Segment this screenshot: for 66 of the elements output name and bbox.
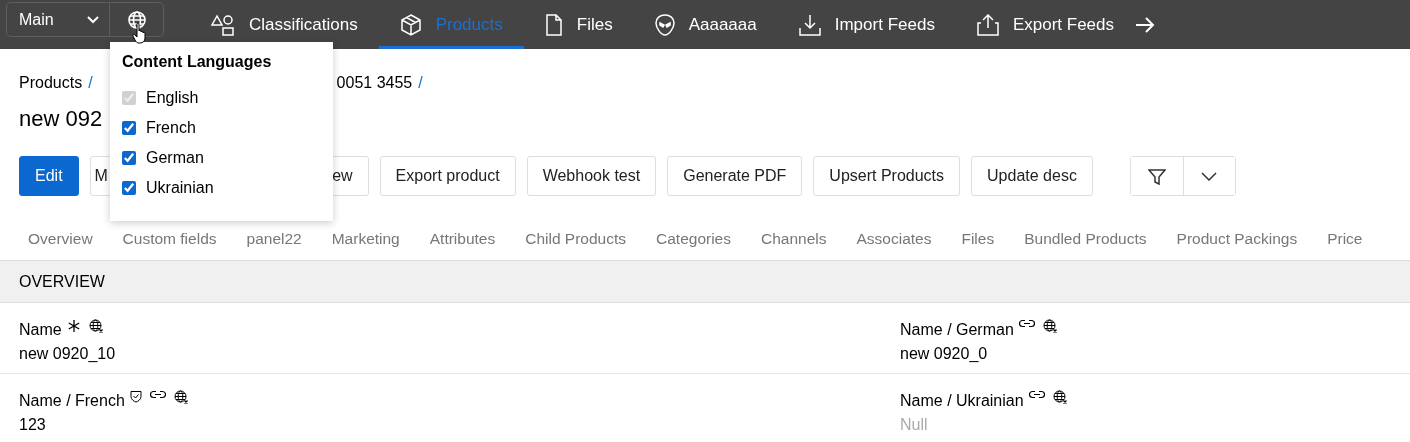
breadcrumb-link[interactable]: Products (19, 71, 83, 98)
language-label: Ukrainian (146, 178, 214, 198)
panel-tab[interactable]: Associates (856, 227, 932, 251)
breadcrumb-separator: / (88, 73, 93, 93)
panel-tab[interactable]: Categories (656, 227, 731, 251)
panel-tab[interactable]: Channels (761, 227, 827, 251)
breadcrumb-link[interactable]: 0051 3455 (336, 71, 413, 98)
globe-x-icon (1042, 319, 1058, 333)
panel-tab[interactable]: Attributes (429, 227, 496, 251)
nav-item[interactable]: Import Feeds (777, 0, 956, 49)
globe-x-icon (1052, 390, 1068, 404)
action-button[interactable]: Upsert Products (813, 156, 961, 196)
globe-icon (126, 9, 147, 30)
link-icon (1028, 390, 1045, 399)
chevron-down-icon (87, 15, 99, 24)
panel-tab[interactable]: Marketing (331, 227, 400, 251)
nav-item[interactable]: Files (523, 0, 634, 49)
breadcrumb-separator: / (418, 73, 423, 93)
download-icon (798, 13, 821, 36)
upload-icon (976, 13, 999, 36)
globe-x-icon (173, 390, 189, 404)
field-label: Name / German (900, 320, 1014, 340)
panel-tab[interactable]: Files (961, 227, 995, 251)
panel-tab[interactable]: Overview (28, 227, 93, 251)
box-icon (399, 13, 422, 36)
filter-icon (1147, 167, 1166, 186)
action-button[interactable]: Generate PDF (667, 156, 803, 196)
field-label: Name / Ukrainian (900, 391, 1024, 411)
panel-tab[interactable]: Product Packings (1176, 227, 1298, 251)
chevron-down-icon (1201, 172, 1218, 182)
action-button[interactable]: Webhook test (526, 156, 657, 196)
menu-title: Content Languages (122, 52, 273, 72)
shapes-icon (211, 13, 235, 36)
link-icon (149, 390, 166, 399)
asterisk-icon (66, 319, 81, 333)
action-button[interactable]: Update desc (971, 156, 1093, 196)
nav-item[interactable]: Aaaaaaa (633, 0, 778, 49)
field-label: Name / French (19, 391, 125, 411)
nav-item[interactable]: Classifications (190, 0, 379, 49)
page-title: new 092 (19, 106, 103, 133)
field-value: new 0920_0 (900, 344, 989, 364)
panel-tab[interactable]: Child Products (525, 227, 627, 251)
language-label: English (146, 88, 199, 108)
language-label: French (146, 118, 196, 138)
alien-icon (654, 13, 675, 36)
globe-x-icon (88, 319, 104, 333)
field-value: 123 (19, 415, 47, 435)
field-value: Null (900, 415, 929, 435)
action-button[interactable]: Edit (19, 156, 79, 196)
panel-tab[interactable]: Custom fields (122, 227, 217, 251)
field-value: new 0920_10 (19, 344, 117, 364)
link-icon (1018, 319, 1035, 328)
language-checkbox[interactable] (122, 151, 136, 165)
section-title: OVERVIEW (19, 271, 105, 292)
language-checkbox[interactable] (122, 181, 136, 195)
arrow-right-icon[interactable] (1135, 16, 1155, 33)
shield-check-icon (129, 390, 142, 403)
field-label: Name (19, 320, 62, 340)
nav-item[interactable]: Export Feeds (955, 0, 1135, 49)
file-icon (544, 13, 563, 36)
language-checkbox[interactable] (122, 121, 136, 135)
action-button[interactable]: Export product (379, 156, 516, 196)
panel-tab[interactable]: Bundled Products (1024, 227, 1147, 251)
panel-tab[interactable]: panel22 (246, 227, 302, 251)
language-label: German (146, 148, 204, 168)
panel-tab[interactable]: Price (1327, 227, 1363, 251)
